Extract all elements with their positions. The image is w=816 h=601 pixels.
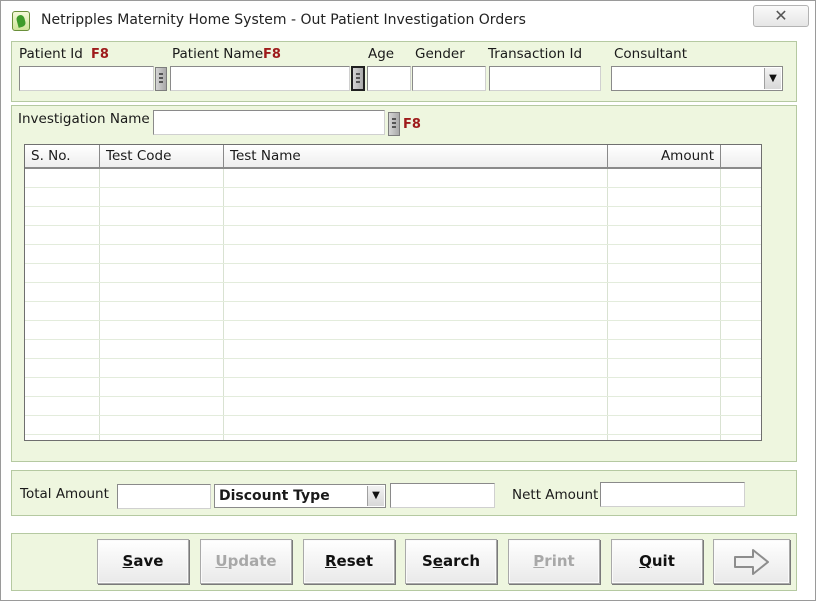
- column-header-sno[interactable]: S. No.: [25, 145, 100, 167]
- column-header-test-name[interactable]: Test Name: [224, 145, 608, 167]
- table-row[interactable]: [25, 226, 761, 245]
- patient-name-label: Patient Name: [172, 46, 264, 62]
- nett-amount-label: Nett Amount: [512, 487, 599, 503]
- patient-id-label: Patient Id: [19, 46, 83, 62]
- consultant-label: Consultant: [614, 46, 687, 62]
- next-button[interactable]: [713, 539, 790, 584]
- investigation-name-label: Investigation Name: [18, 111, 150, 127]
- table-row[interactable]: [25, 169, 761, 188]
- investigation-lookup-button[interactable]: [388, 112, 400, 136]
- totals-panel: Total Amount Discount Type ▼ Nett Amount: [11, 470, 797, 516]
- table-row[interactable]: [25, 245, 761, 264]
- table-row[interactable]: [25, 302, 761, 321]
- total-amount-label: Total Amount: [20, 486, 109, 502]
- consultant-dropdown[interactable]: ▼: [611, 66, 783, 91]
- app-logo-icon: [12, 11, 30, 31]
- patient-name-hotkey: F8: [263, 47, 281, 62]
- table-row[interactable]: [25, 264, 761, 283]
- table-row[interactable]: [25, 340, 761, 359]
- investigation-name-field[interactable]: [153, 110, 385, 135]
- print-button[interactable]: Print: [508, 539, 600, 584]
- discount-type-value: Discount Type: [219, 488, 330, 504]
- reset-button[interactable]: Reset: [303, 539, 395, 584]
- title-bar: Netripples Maternity Home System - Out P…: [1, 1, 815, 39]
- grid-header: S. No. Test Code Test Name Amount: [25, 145, 761, 169]
- gender-field[interactable]: [412, 66, 486, 91]
- transaction-id-label: Transaction Id: [488, 46, 583, 62]
- transaction-id-field[interactable]: [489, 66, 601, 91]
- table-row[interactable]: [25, 397, 761, 416]
- search-button[interactable]: Search: [405, 539, 497, 584]
- grid-body: [25, 169, 761, 440]
- save-button[interactable]: Save: [97, 539, 189, 584]
- column-header-test-code[interactable]: Test Code: [100, 145, 224, 167]
- table-row[interactable]: [25, 359, 761, 378]
- patient-name-field[interactable]: [170, 66, 350, 91]
- table-row[interactable]: [25, 321, 761, 340]
- main-window: Netripples Maternity Home System - Out P…: [0, 0, 816, 601]
- table-row[interactable]: [25, 378, 761, 397]
- investigation-hotkey: F8: [403, 117, 421, 132]
- close-button[interactable]: ✕: [753, 5, 809, 27]
- age-label: Age: [368, 46, 395, 62]
- investigation-grid[interactable]: S. No. Test Code Test Name Amount: [24, 144, 762, 441]
- column-header-amount[interactable]: Amount: [608, 145, 721, 167]
- patient-id-hotkey: F8: [91, 47, 109, 62]
- column-header-extra: [721, 145, 761, 167]
- patient-panel: Patient Id F8 Patient Name F8 Age Gender…: [11, 41, 797, 102]
- update-button[interactable]: Update: [200, 539, 292, 584]
- table-row[interactable]: [25, 207, 761, 226]
- gender-label: Gender: [415, 46, 465, 62]
- chevron-down-icon[interactable]: ▼: [367, 486, 384, 506]
- right-arrow-icon: [734, 549, 769, 575]
- table-row[interactable]: [25, 283, 761, 302]
- window-title: Netripples Maternity Home System - Out P…: [41, 12, 526, 28]
- patient-id-lookup-button[interactable]: [155, 67, 167, 91]
- discount-value-field[interactable]: [390, 483, 495, 508]
- discount-type-dropdown[interactable]: Discount Type ▼: [214, 484, 386, 508]
- patient-id-field[interactable]: [19, 66, 154, 91]
- age-field[interactable]: [367, 66, 411, 91]
- quit-button[interactable]: Quit: [611, 539, 703, 584]
- patient-name-lookup-button[interactable]: [351, 66, 365, 91]
- chevron-down-icon[interactable]: ▼: [764, 68, 781, 89]
- table-row[interactable]: [25, 188, 761, 207]
- total-amount-field[interactable]: [117, 484, 211, 509]
- nett-amount-field[interactable]: [600, 482, 745, 507]
- table-row[interactable]: [25, 416, 761, 435]
